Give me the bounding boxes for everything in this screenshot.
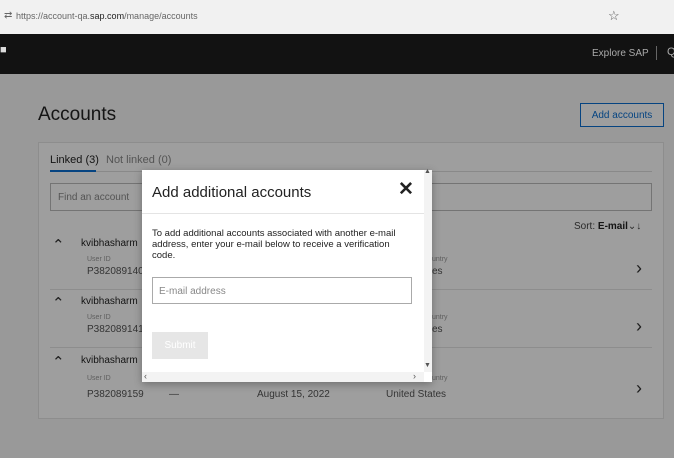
email-field[interactable]: E-mail address <box>152 277 412 304</box>
site-header <box>0 34 674 74</box>
scroll-right-arrow-icon[interactable]: › <box>413 371 416 381</box>
site-info-icon[interactable]: ⇄ <box>4 10 12 21</box>
modal-title: Add additional accounts <box>152 184 312 201</box>
submit-button[interactable]: Submit <box>152 332 208 359</box>
modal-divider <box>142 213 432 214</box>
modal-horizontal-scrollbar[interactable] <box>142 372 424 382</box>
modal-description: To add additional accounts associated wi… <box>152 228 396 261</box>
scroll-down-arrow-icon[interactable]: ▼ <box>424 362 431 369</box>
scroll-up-arrow-icon[interactable]: ▲ <box>424 168 431 175</box>
bookmark-star-icon[interactable]: ☆ <box>608 8 620 24</box>
modal-vertical-scrollbar[interactable] <box>424 170 432 372</box>
scroll-left-arrow-icon[interactable]: ‹ <box>144 371 147 381</box>
url-text[interactable]: https://account-qa.sap.com/manage/accoun… <box>16 11 198 21</box>
explore-sap-link[interactable]: Explore SAP <box>592 48 649 59</box>
close-icon[interactable]: ✕ <box>398 178 414 201</box>
header-search-icon[interactable]: Q <box>667 46 674 58</box>
header-logo-icon[interactable]: ■ <box>0 44 7 56</box>
header-divider <box>656 46 657 60</box>
